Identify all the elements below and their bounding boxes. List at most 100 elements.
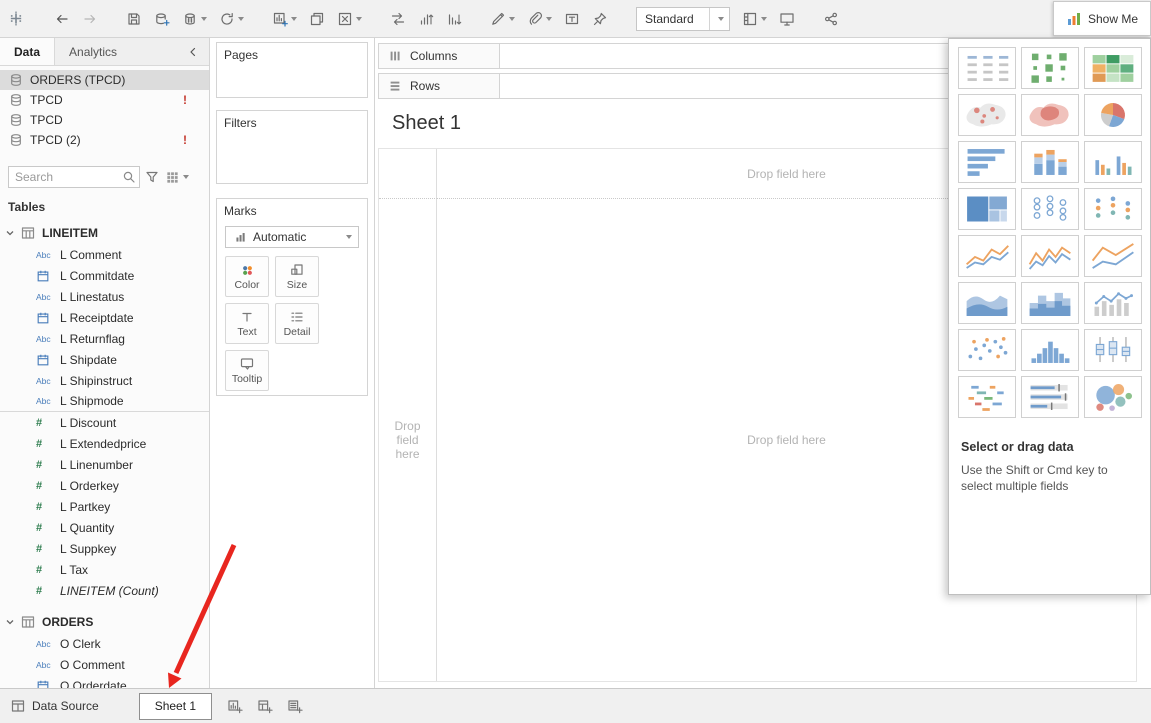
run-auto-updates-button[interactable]: [214, 6, 249, 32]
field-item[interactable]: #L Suppkey: [0, 538, 209, 559]
mark-button-size[interactable]: Size: [275, 256, 319, 297]
table-icon: [20, 614, 36, 630]
chart-type-filled-map[interactable]: [1021, 94, 1079, 136]
undo-button[interactable]: [49, 6, 75, 32]
presentation-mode-button[interactable]: [774, 6, 800, 32]
filter-fields-icon[interactable]: [144, 169, 160, 185]
new-dashboard-tab-button[interactable]: [252, 693, 278, 719]
datasource-item[interactable]: ORDERS (TPCD): [0, 70, 209, 90]
filters-shelf[interactable]: Filters: [216, 110, 368, 184]
new-data-source-button[interactable]: [149, 6, 175, 32]
new-story-tab-button[interactable]: [282, 693, 308, 719]
table-group-orders[interactable]: ORDERS: [0, 611, 209, 633]
new-worksheet-button[interactable]: [267, 6, 302, 32]
field-item[interactable]: AbcL Shipmode: [0, 391, 209, 412]
field-item[interactable]: L Commitdate: [0, 265, 209, 286]
data-source-tab[interactable]: Data Source: [0, 689, 109, 723]
save-button[interactable]: [121, 6, 147, 32]
field-item[interactable]: AbcL Linestatus: [0, 286, 209, 307]
field-item[interactable]: #L Quantity: [0, 517, 209, 538]
chart-type-pie-chart[interactable]: [1084, 94, 1142, 136]
chart-type-area-chart-discrete[interactable]: [1021, 282, 1079, 324]
fit-selector[interactable]: Standard: [636, 7, 730, 31]
chart-type-side-by-side-circles[interactable]: [1084, 188, 1142, 230]
chart-type-scatter-plot[interactable]: [958, 329, 1016, 371]
mark-button-detail[interactable]: Detail: [275, 303, 319, 344]
field-name: L Orderkey: [60, 479, 119, 493]
chart-type-gantt-chart[interactable]: [958, 376, 1016, 418]
sheet-tab-sheet1[interactable]: Sheet 1: [139, 693, 212, 720]
sort-ascending-button[interactable]: [413, 6, 439, 32]
chart-type-symbol-map[interactable]: [958, 94, 1016, 136]
view-options-button[interactable]: [164, 169, 189, 185]
field-item[interactable]: #L Orderkey: [0, 475, 209, 496]
field-item[interactable]: AbcL Shipinstruct: [0, 370, 209, 391]
share-workbook-button[interactable]: [818, 6, 844, 32]
field-item[interactable]: L Receiptdate: [0, 307, 209, 328]
sort-descending-icon: [446, 11, 462, 27]
mark-button-color[interactable]: Color: [225, 256, 269, 297]
field-item[interactable]: #L Tax: [0, 559, 209, 580]
field-item[interactable]: #LINEITEM (Count): [0, 580, 209, 601]
mark-type-dropdown[interactable]: Automatic: [225, 226, 359, 248]
chart-type-discrete-lines[interactable]: [1021, 235, 1079, 277]
chart-type-box-and-whisker[interactable]: [1084, 329, 1142, 371]
chart-type-treemap[interactable]: [958, 188, 1016, 230]
field-item[interactable]: #L Discount: [0, 412, 209, 433]
collapse-pane-button[interactable]: [177, 38, 209, 65]
field-item[interactable]: AbcL Comment: [0, 244, 209, 265]
field-item[interactable]: O Orderdate: [0, 675, 209, 688]
chart-type-heat-map[interactable]: [1021, 47, 1079, 89]
chart-type-text-table[interactable]: [958, 47, 1016, 89]
show-me-button[interactable]: Show Me: [1053, 1, 1151, 36]
field-item[interactable]: #L Linenumber: [0, 454, 209, 475]
clear-sheet-button[interactable]: [332, 6, 367, 32]
database-icon: [8, 92, 24, 108]
abc-icon: Abc: [36, 396, 60, 406]
field-item[interactable]: #L Partkey: [0, 496, 209, 517]
redo-button[interactable]: [77, 6, 103, 32]
toolbar: Standard Show Me: [0, 0, 1151, 38]
pages-shelf[interactable]: Pages: [216, 42, 368, 98]
table-group-lineitem[interactable]: LINEITEM: [0, 222, 209, 244]
field-item[interactable]: AbcO Clerk: [0, 633, 209, 654]
mark-button-text[interactable]: Text: [225, 303, 269, 344]
chart-type-circle-views[interactable]: [1021, 188, 1079, 230]
field-item[interactable]: AbcO Comment: [0, 654, 209, 675]
tab-data[interactable]: Data: [0, 38, 55, 65]
chart-type-continuous-lines[interactable]: [958, 235, 1016, 277]
mark-button-tooltip[interactable]: Tooltip: [225, 350, 269, 391]
highlight-button[interactable]: [485, 6, 520, 32]
calendar-icon: [36, 352, 60, 368]
new-story-tab-icon: [287, 698, 303, 714]
group-members-button[interactable]: [522, 6, 557, 32]
show-hide-cards-button[interactable]: [737, 6, 772, 32]
chart-type-bullet-graph[interactable]: [1021, 376, 1079, 418]
chart-type-area-chart-continuous[interactable]: [958, 282, 1016, 324]
duplicate-sheet-button[interactable]: [304, 6, 330, 32]
fix-axes-button[interactable]: [587, 6, 613, 32]
chart-type-side-by-side-bars[interactable]: [1084, 141, 1142, 183]
chart-type-stacked-bars[interactable]: [1021, 141, 1079, 183]
field-item[interactable]: AbcL Returnflag: [0, 328, 209, 349]
chart-type-dual-lines[interactable]: [1084, 235, 1142, 277]
datasource-name: TPCD: [30, 113, 201, 127]
chart-type-histogram[interactable]: [1021, 329, 1079, 371]
show-mark-labels-button[interactable]: [559, 6, 585, 32]
field-item[interactable]: #L Extendedprice: [0, 433, 209, 454]
redo-icon: [82, 11, 98, 27]
chart-type-highlight-table[interactable]: [1084, 47, 1142, 89]
tab-analytics[interactable]: Analytics: [55, 38, 131, 65]
swap-rows-columns-button[interactable]: [385, 6, 411, 32]
chart-type-packed-bubbles[interactable]: [1084, 376, 1142, 418]
datasource-item[interactable]: TPCD: [0, 110, 209, 130]
sort-descending-button[interactable]: [441, 6, 467, 32]
new-worksheet-tab-button[interactable]: [222, 693, 248, 719]
chart-type-dual-combination[interactable]: [1084, 282, 1142, 324]
chart-type-horizontal-bars[interactable]: [958, 141, 1016, 183]
datasource-item[interactable]: TPCD (2)!: [0, 130, 209, 150]
datasource-item[interactable]: TPCD!: [0, 90, 209, 110]
drop-zone-left[interactable]: Drop field here: [379, 199, 437, 681]
field-item[interactable]: L Shipdate: [0, 349, 209, 370]
pause-auto-updates-button[interactable]: [177, 6, 212, 32]
